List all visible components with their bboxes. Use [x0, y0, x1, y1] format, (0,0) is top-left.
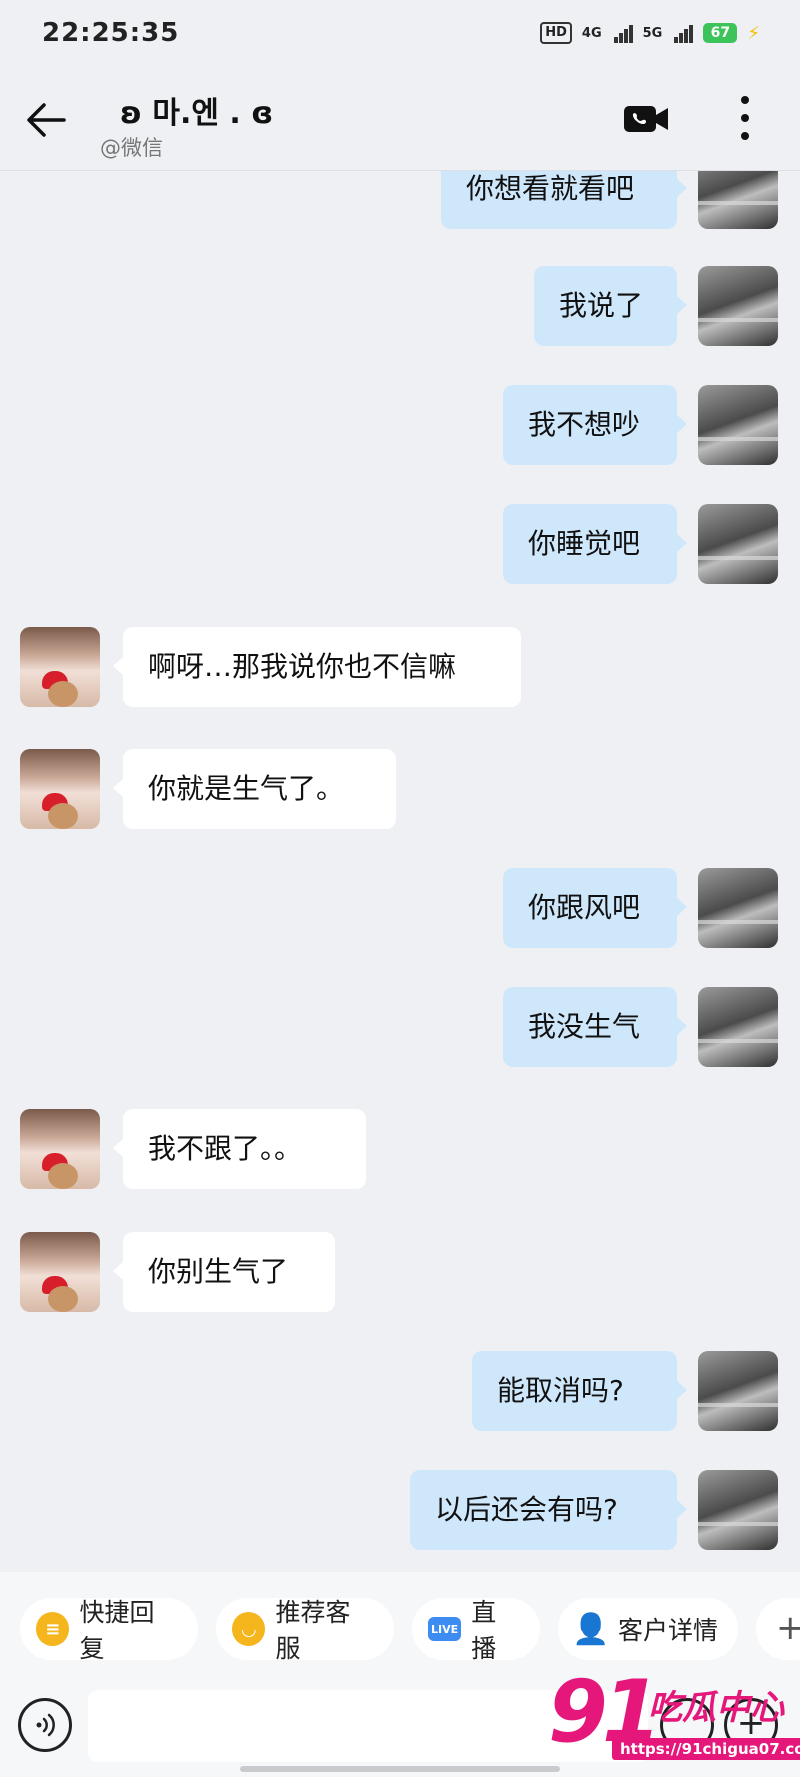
contact-avatar[interactable]	[20, 1232, 100, 1312]
message-list: 你想看就看吧 我说了 我不想吵 你睡觉吧 啊呀…那我说你也不信嘛 你就是生气了。…	[0, 171, 800, 1571]
more-actions-button[interactable]: +	[756, 1598, 800, 1660]
self-avatar[interactable]	[698, 987, 778, 1067]
message-bubble[interactable]: 我不想吵	[503, 385, 687, 465]
message-row: 我说了	[0, 266, 800, 346]
message-row: 啊呀…那我说你也不信嘛	[0, 627, 800, 707]
contact-source: @微信	[100, 136, 163, 160]
message-row: 能取消吗?	[0, 1351, 800, 1431]
voice-input-button[interactable]	[18, 1698, 72, 1752]
self-avatar[interactable]	[698, 266, 778, 346]
chat-header: ʚ 마.엔 . ɞ @微信	[0, 70, 800, 171]
watermark-text: 吃瓜中心	[648, 1688, 784, 1728]
message-bubble[interactable]: 以后还会有吗?	[410, 1470, 687, 1550]
live-icon: LIVE	[428, 1617, 462, 1641]
charging-icon: ⚡	[747, 22, 760, 44]
self-avatar[interactable]	[698, 1470, 778, 1550]
message-row: 你别生气了	[0, 1232, 800, 1312]
contact-name: ʚ 마.엔 . ɞ	[120, 96, 274, 131]
recommend-service-label: 推荐客服	[275, 1598, 351, 1663]
self-avatar[interactable]	[698, 385, 778, 465]
live-button[interactable]: LIVE 直播	[412, 1598, 540, 1663]
hd-icon: HD	[540, 22, 572, 44]
contact-avatar[interactable]	[20, 749, 100, 829]
customer-details-label: 客户详情	[618, 1616, 719, 1645]
contact-avatar[interactable]	[20, 1109, 100, 1189]
message-bubble[interactable]: 我没生气	[503, 987, 687, 1067]
message-bubble[interactable]: 你别生气了	[113, 1232, 335, 1312]
signal-icon-2	[674, 23, 694, 43]
status-icons: HD 4G 5G 67 ⚡	[540, 22, 760, 44]
recommend-service-button[interactable]: ◡ 推荐客服	[216, 1598, 394, 1663]
message-bubble[interactable]: 我不跟了。。	[113, 1109, 366, 1189]
self-avatar[interactable]	[698, 171, 778, 229]
network-5g-label: 5G	[642, 25, 663, 41]
message-bubble[interactable]: 我说了	[534, 266, 687, 346]
message-row: 你睡觉吧	[0, 504, 800, 584]
message-row: 我不想吵	[0, 385, 800, 465]
status-bar: 22:25:35 HD 4G 5G 67 ⚡	[0, 0, 800, 70]
message-row: 你想看就看吧	[0, 171, 800, 229]
self-avatar[interactable]	[698, 504, 778, 584]
chat-screen: 22:25:35 HD 4G 5G 67 ⚡ ʚ 마.엔 . ɞ @微信 你想看…	[0, 0, 800, 1777]
home-indicator	[240, 1766, 560, 1772]
network-4g-label: 4G	[581, 25, 602, 41]
live-label: 直播	[471, 1598, 497, 1663]
message-row: 你跟风吧	[0, 868, 800, 948]
watermark-url: https://91chigua07.com	[612, 1738, 800, 1760]
service-icon: ◡	[232, 1612, 266, 1646]
message-bubble[interactable]: 你睡觉吧	[503, 504, 687, 584]
quick-reply-icon: ≡	[36, 1612, 70, 1646]
message-row: 我没生气	[0, 987, 800, 1067]
voice-icon	[36, 1713, 55, 1737]
message-row: 我不跟了。。	[0, 1109, 800, 1189]
battery-icon: 67	[703, 23, 738, 43]
video-call-icon[interactable]	[622, 100, 670, 138]
contact-avatar[interactable]	[20, 627, 100, 707]
self-avatar[interactable]	[698, 1351, 778, 1431]
customer-details-button[interactable]: 👤 客户详情	[558, 1598, 738, 1660]
message-bubble[interactable]: 你想看就看吧	[441, 171, 687, 229]
more-options-icon[interactable]	[732, 92, 758, 144]
self-avatar[interactable]	[698, 868, 778, 948]
customer-icon: 👤	[572, 1611, 610, 1647]
message-bubble[interactable]: 你跟风吧	[503, 868, 687, 948]
message-row: 你就是生气了。	[0, 749, 800, 829]
message-row: 以后还会有吗?	[0, 1470, 800, 1550]
message-bubble[interactable]: 能取消吗?	[472, 1351, 687, 1431]
back-arrow-icon[interactable]	[24, 100, 68, 140]
signal-icon	[613, 23, 633, 43]
status-time: 22:25:35	[42, 18, 180, 48]
message-bubble[interactable]: 啊呀…那我说你也不信嘛	[113, 627, 521, 707]
quick-reply-label: 快捷回复	[79, 1598, 155, 1663]
quick-reply-button[interactable]: ≡ 快捷回复	[20, 1598, 198, 1663]
message-bubble[interactable]: 你就是生气了。	[113, 749, 396, 829]
watermark-logo: 91 吃瓜中心 https://91chigua07.com	[548, 1662, 800, 1770]
